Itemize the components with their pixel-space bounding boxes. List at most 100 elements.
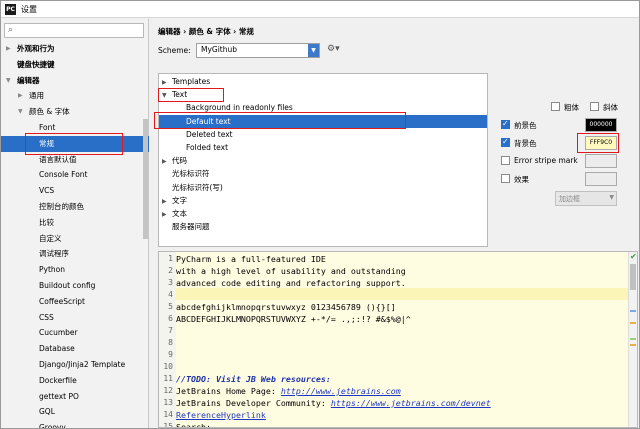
tree-item[interactable]: Python xyxy=(1,262,149,278)
error-stripe-marker[interactable] xyxy=(630,322,636,324)
category-label: 代码 xyxy=(172,156,187,166)
tree-item[interactable]: GQL xyxy=(1,404,149,420)
chevron-down-icon[interactable]: ▼ xyxy=(6,73,11,89)
tree-item[interactable]: 键盘快捷键 xyxy=(1,57,149,73)
error-stripe-swatch[interactable] xyxy=(585,154,617,168)
category-label: 光标标识符 xyxy=(172,169,210,179)
current-line-highlight xyxy=(159,288,629,300)
tree-item[interactable]: ▶ 外观和行为 xyxy=(1,41,149,57)
line-number: 6 xyxy=(168,314,173,323)
tree-item[interactable]: ▼ 编辑器 xyxy=(1,73,149,89)
scroll-thumb[interactable] xyxy=(630,264,636,290)
tree-item[interactable]: Django/Jinja2 Template xyxy=(1,357,149,373)
category-item[interactable]: Folded text xyxy=(159,141,228,154)
category-label: 服务器问题 xyxy=(172,222,210,232)
line-number: 7 xyxy=(168,326,173,335)
code-text: Search: xyxy=(176,422,211,428)
tree-item[interactable]: 控制台的颜色 xyxy=(1,199,149,215)
chevron-right-icon[interactable]: ▶ xyxy=(6,41,11,57)
sidebar-scrollbar[interactable] xyxy=(143,119,148,239)
tree-item-label: 调试程序 xyxy=(39,249,69,259)
line-number: 15 xyxy=(163,422,173,428)
chevron-right-icon[interactable]: ▶ xyxy=(162,208,172,221)
settings-sidebar: ⌕ ▶ 外观和行为 键盘快捷键 ▼ 编辑器 ▶ 通用 ▼ 颜色 & 字体 Font 常规 语言默认值 C… xyxy=(1,19,149,428)
background-checkbox[interactable] xyxy=(501,137,510,147)
line-number: 9 xyxy=(168,350,173,359)
category-label: Deleted text xyxy=(186,129,233,139)
hyperlink[interactable]: https://www.jetbrains.com/devnet xyxy=(331,398,491,408)
chevron-right-icon[interactable]: ▶ xyxy=(162,195,172,208)
tree-item[interactable]: CoffeeScript xyxy=(1,294,149,310)
foreground-color-swatch[interactable]: 000000 xyxy=(585,118,617,132)
category-item[interactable]: ▶ Templates xyxy=(159,75,210,88)
tree-item[interactable]: ▼ 颜色 & 字体 xyxy=(1,104,149,120)
chevron-down-icon[interactable]: ▼ xyxy=(18,104,23,120)
line-number: 4 xyxy=(168,290,173,299)
category-label: Folded text xyxy=(186,143,229,152)
tree-item-label: Buildout config xyxy=(39,280,96,290)
tree-item[interactable]: 调试程序 xyxy=(1,246,149,262)
line-number: 3 xyxy=(168,278,173,287)
italic-checkbox[interactable] xyxy=(590,102,599,111)
line-number: 1 xyxy=(168,254,173,263)
title-bar: PC 设置 xyxy=(1,1,639,18)
category-item[interactable]: 服务器问题 xyxy=(159,220,210,233)
code-text: ABCDEFGHIJKLMNOPQRSTUVWXYZ +-*/= .,;:!? … xyxy=(176,314,411,324)
foreground-checkbox[interactable] xyxy=(501,119,510,129)
reference-hyperlink[interactable]: ReferenceHyperlink xyxy=(176,410,266,420)
tree-item[interactable]: VCS xyxy=(1,183,149,199)
tree-item-label: VCS xyxy=(39,186,55,196)
foreground-label: 前景色 xyxy=(514,121,537,130)
code-text: //TODO: Visit JB Web resources: xyxy=(176,374,331,384)
error-stripe-marker[interactable] xyxy=(630,344,636,346)
effects-checkbox[interactable] xyxy=(501,174,510,183)
tree-item-label: Dockerfile xyxy=(39,375,77,385)
chevron-right-icon[interactable]: ▶ xyxy=(18,88,23,104)
category-item[interactable]: 光标标识符 xyxy=(159,167,210,180)
code-text: advanced code editing and refactoring su… xyxy=(176,278,406,288)
category-item[interactable]: ▶ 代码 xyxy=(159,154,187,167)
error-stripe-checkbox[interactable] xyxy=(501,156,510,165)
highlight-default-text xyxy=(154,112,406,129)
category-item[interactable]: ▶ 文本 xyxy=(159,207,187,220)
code-line: ReferenceHyperlink xyxy=(176,409,266,421)
tree-item[interactable]: Console Font xyxy=(1,167,149,183)
category-item[interactable]: 光标标识符(写) xyxy=(159,181,223,194)
category-item[interactable]: Deleted text xyxy=(159,128,233,141)
tree-item[interactable]: Cucumber xyxy=(1,325,149,341)
settings-content: 编辑器 › 颜色 & 字体 › 常规 Scheme: MyGithub ▼ ⚙▾… xyxy=(151,19,639,428)
color-options-panel: 粗体 斜体 前景色 000000 背景色 FFF9C0 Error stripe… xyxy=(491,73,639,247)
effects-color-swatch[interactable] xyxy=(585,172,617,186)
gear-icon[interactable]: ⚙▾ xyxy=(327,44,340,54)
code-line: JetBrains Home Page: http://www.jetbrain… xyxy=(176,385,401,397)
tree-item[interactable]: CSS xyxy=(1,310,149,326)
tree-item[interactable]: 比较 xyxy=(1,215,149,231)
code-line: advanced code editing and refactoring su… xyxy=(176,277,406,289)
effect-type-dropdown[interactable]: 加边框 ▼ xyxy=(555,191,617,206)
tree-item[interactable]: Database xyxy=(1,341,149,357)
tree-item[interactable]: 自定义 xyxy=(1,231,149,247)
editor-scrollbar[interactable]: ✔ xyxy=(628,252,637,427)
line-number: 12 xyxy=(163,386,173,395)
tree-item[interactable]: ▶ 通用 xyxy=(1,88,149,104)
tree-item-label: 控制台的颜色 xyxy=(39,201,84,211)
highlight-text-node xyxy=(158,88,224,102)
scheme-dropdown[interactable]: MyGithub ▼ xyxy=(196,43,320,58)
bold-checkbox[interactable] xyxy=(551,102,560,111)
hyperlink[interactable]: http://www.jetbrains.com xyxy=(281,386,401,396)
error-stripe-marker[interactable] xyxy=(630,310,636,312)
category-item[interactable]: ▶ 文字 xyxy=(159,194,187,207)
error-stripe-marker[interactable] xyxy=(630,338,636,340)
tree-item-label: CoffeeScript xyxy=(39,296,85,306)
tree-item[interactable]: Buildout config xyxy=(1,278,149,294)
tree-item[interactable]: Dockerfile xyxy=(1,373,149,389)
chevron-right-icon[interactable]: ▶ xyxy=(162,155,172,168)
preview-editor[interactable]: 1 2 3 4 5 6 7 8 9 10 11 12 13 14 15 PyCharm is a full-… xyxy=(158,251,638,428)
search-input[interactable]: ⌕ xyxy=(4,23,144,38)
effects-label: 效果 xyxy=(514,175,529,184)
line-number: 10 xyxy=(163,362,173,371)
tree-item[interactable]: Groovy xyxy=(1,420,149,428)
tree-item-label: 自定义 xyxy=(39,233,62,243)
tree-item[interactable]: gettext PO xyxy=(1,389,149,405)
code-text: PyCharm is a full-featured IDE xyxy=(176,254,326,264)
